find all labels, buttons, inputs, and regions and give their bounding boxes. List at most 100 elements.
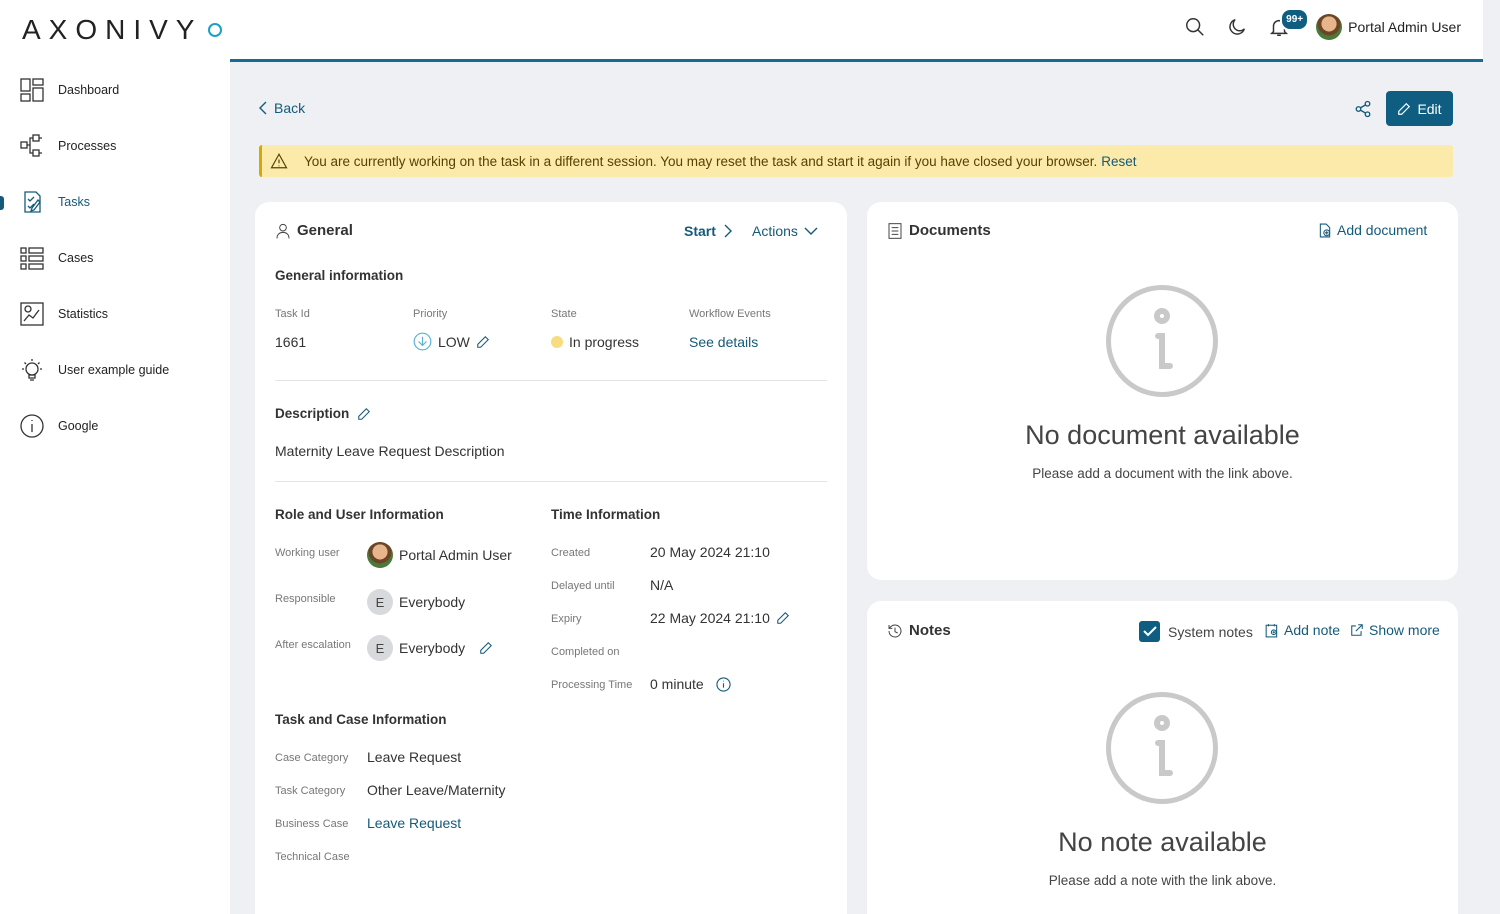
add-document-text: Add document: [1337, 222, 1428, 238]
processes-icon: [20, 134, 42, 157]
created-text: 20 May 2024 21:10: [650, 544, 770, 560]
avatar: [1316, 14, 1343, 40]
divider: [275, 481, 827, 482]
lightbulb-icon: [22, 359, 42, 381]
sidebar-item-processes[interactable]: Processes: [0, 118, 230, 174]
share-icon[interactable]: [1354, 100, 1372, 118]
after-escalation-text: Everybody: [399, 640, 466, 656]
sidebar-item-google[interactable]: Google: [0, 398, 230, 454]
add-file-icon: [1319, 223, 1331, 237]
notes-title-text: Notes: [909, 622, 951, 639]
sidebar-item-label: User example guide: [58, 363, 170, 377]
time-heading: Time Information: [551, 507, 661, 522]
notification-badge: 99+: [1280, 8, 1310, 31]
tasks-icon: [24, 191, 41, 213]
actions-dropdown[interactable]: Actions: [752, 223, 818, 239]
add-note-icon: [1265, 623, 1278, 637]
after-escalation-label: After escalation: [275, 639, 351, 651]
edit-expiry-pencil-icon[interactable]: [776, 611, 790, 625]
arrow-down-circle-icon: [413, 332, 432, 351]
documents-card-title: Documents: [887, 222, 991, 239]
responsible-initial-avatar: E: [367, 589, 393, 615]
sidebar-item-statistics[interactable]: Statistics: [0, 286, 230, 342]
notes-card-title: Notes: [887, 622, 951, 639]
task-category-text: Other Leave/Maternity: [367, 782, 506, 798]
role-heading: Role and User Information: [275, 507, 444, 522]
edit-description-pencil-icon[interactable]: [357, 407, 371, 421]
sidebar-item-cases[interactable]: Cases: [0, 230, 230, 286]
reset-link[interactable]: Reset: [1101, 154, 1136, 169]
add-document-link[interactable]: Add document: [1318, 222, 1427, 238]
info-icon[interactable]: [716, 676, 731, 692]
edit-priority-pencil-icon[interactable]: [476, 335, 490, 349]
priority-label: Priority: [413, 308, 448, 320]
after-escalation-value: E Everybody: [367, 635, 493, 661]
dark-mode-moon-icon[interactable]: [1226, 16, 1248, 38]
notes-card: Notes System notes Add note Show more No…: [867, 601, 1458, 914]
edit-label: Edit: [1417, 100, 1442, 117]
session-warning-alert: You are currently working on the task in…: [259, 145, 1453, 177]
expiry-label: Expiry: [551, 613, 582, 625]
system-notes-checkbox[interactable]: System notes: [1139, 621, 1253, 642]
see-details-text: See details: [689, 334, 759, 350]
chevron-left-icon: [259, 101, 267, 115]
business-case-link[interactable]: Leave Request: [367, 815, 461, 831]
cases-icon: [20, 247, 44, 270]
logo-ring-icon: [208, 23, 223, 37]
business-case-label: Business Case: [275, 818, 349, 830]
chevron-down-icon: [804, 227, 818, 235]
case-category-label: Case Category: [275, 752, 349, 764]
pencil-icon: [1398, 102, 1411, 115]
dashboard-icon: [20, 78, 44, 102]
add-note-link[interactable]: Add note: [1265, 622, 1340, 638]
expiry-text: 22 May 2024 21:10: [650, 610, 770, 626]
no-document-subtitle: Please add a document with the link abov…: [1032, 466, 1293, 481]
back-link[interactable]: Back: [258, 100, 305, 116]
general-card-title: General: [275, 222, 353, 239]
no-document-title: No document available: [1025, 420, 1300, 450]
app-logo[interactable]: AXONIVY: [22, 14, 223, 46]
start-button[interactable]: Start: [684, 223, 732, 239]
state-value: In progress: [551, 334, 639, 350]
no-note-title: No note available: [1058, 827, 1267, 857]
responsible-label: Responsible: [275, 593, 336, 605]
search-icon[interactable]: [1184, 16, 1206, 38]
case-category-text: Leave Request: [367, 749, 462, 765]
sidebar-item-tasks[interactable]: Tasks: [0, 174, 230, 230]
state-label: State: [551, 308, 577, 320]
empty-info-icon: [1106, 692, 1218, 804]
sidebar-nav: Dashboard Processes Tasks Cases Statisti…: [0, 62, 230, 454]
edit-escalation-pencil-icon[interactable]: [479, 641, 493, 655]
see-details-link[interactable]: See details: [689, 334, 758, 350]
user-menu[interactable]: Portal Admin User: [1316, 14, 1461, 40]
working-user-value: Portal Admin User: [367, 542, 512, 568]
case-category-value: Leave Request: [367, 749, 461, 765]
history-icon: [888, 624, 902, 637]
sidebar-item-label: Processes: [58, 139, 117, 153]
delayed-label: Delayed until: [551, 580, 615, 592]
created-value: 20 May 2024 21:10: [650, 544, 770, 560]
sidebar: AXONIVY Dashboard Processes Tasks Cases …: [0, 0, 230, 914]
divider: [275, 380, 827, 381]
general-info-heading: General information: [275, 268, 404, 283]
edit-button[interactable]: Edit: [1386, 91, 1453, 126]
description-heading: Description: [275, 406, 371, 421]
external-link-icon: [1351, 624, 1363, 636]
notifications-button[interactable]: 99+: [1268, 8, 1310, 38]
logo-text: AXONIVY: [22, 14, 203, 45]
sidebar-item-label: Cases: [58, 251, 94, 265]
after-escalation-initial-avatar: E: [367, 635, 393, 661]
no-note-subtitle: Please add a note with the link above.: [1048, 873, 1277, 888]
show-more-link[interactable]: Show more: [1350, 622, 1440, 638]
sidebar-item-user-example-guide[interactable]: User example guide: [0, 342, 230, 398]
sidebar-item-label: Tasks: [58, 195, 90, 209]
sidebar-item-dashboard[interactable]: Dashboard: [0, 62, 230, 118]
state-text: In progress: [569, 334, 640, 350]
statistics-icon: [20, 302, 44, 326]
top-bar-actions: 99+ Portal Admin User: [1184, 8, 1461, 40]
general-card: General Start Actions General informatio…: [255, 202, 847, 914]
state-indicator-dot: [551, 336, 563, 348]
task-category-label: Task Category: [275, 785, 346, 797]
general-title-text: General: [297, 222, 353, 239]
delayed-value: N/A: [650, 577, 673, 593]
